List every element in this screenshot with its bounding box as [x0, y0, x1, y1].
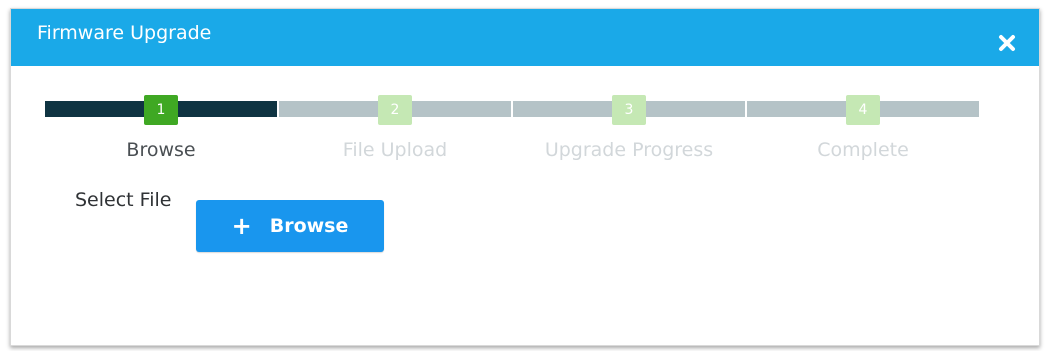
step-label: File Upload — [342, 139, 448, 161]
close-icon[interactable] — [997, 33, 1017, 53]
select-file-label: Select File — [75, 189, 172, 211]
step-browse: 1 Browse — [45, 95, 277, 171]
upgrade-stepper: 1 Browse 2 File Upload 3 Upgrade Progres… — [45, 95, 981, 181]
plus-icon: + — [231, 212, 252, 240]
step-number-badge: 1 — [144, 95, 178, 125]
step-upgrade-progress: 3 Upgrade Progress — [513, 95, 745, 171]
step-label: Complete — [817, 139, 909, 161]
browse-button-label: Browse — [269, 215, 349, 237]
step-label: Browse — [126, 139, 196, 161]
step-complete: 4 Complete — [747, 95, 979, 171]
step-label: Upgrade Progress — [544, 139, 714, 161]
step-number-badge: 4 — [846, 95, 880, 125]
firmware-upgrade-dialog: Firmware Upgrade 1 Browse 2 File Upload … — [10, 8, 1040, 346]
step-number-badge: 2 — [378, 95, 412, 125]
browse-button[interactable]: + Browse — [196, 200, 384, 252]
dialog-header: Firmware Upgrade — [11, 9, 1039, 66]
step-number-badge: 3 — [612, 95, 646, 125]
step-file-upload: 2 File Upload — [279, 95, 511, 171]
dialog-title: Firmware Upgrade — [37, 22, 212, 44]
